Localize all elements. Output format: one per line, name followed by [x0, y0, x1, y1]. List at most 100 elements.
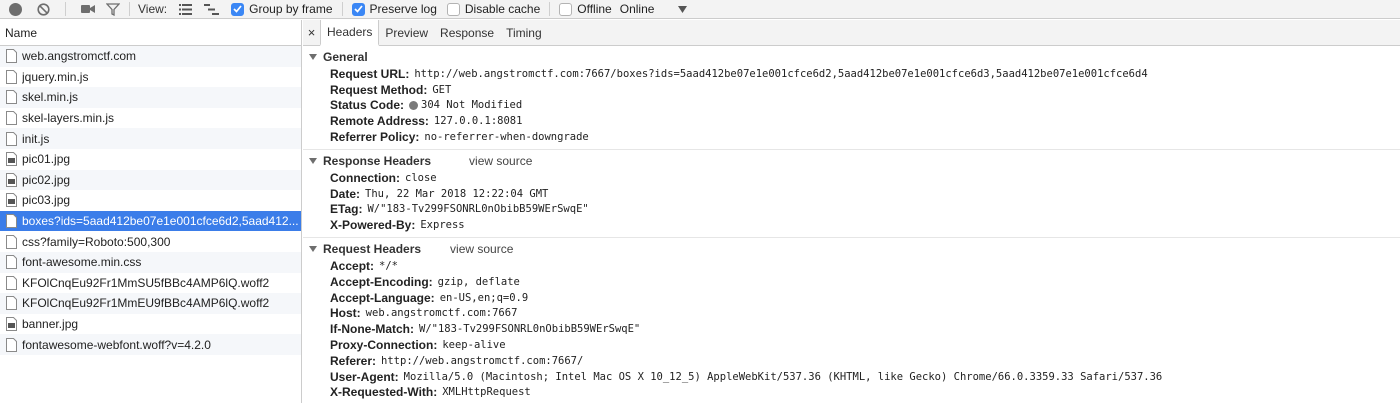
preserve-log-toggle[interactable]: Preserve log — [351, 2, 437, 16]
network-toolbar: View: Group by frame Preserve log Disabl… — [0, 0, 1400, 19]
general-section-header[interactable]: General — [303, 48, 1400, 66]
group-by-frame-checkbox[interactable] — [231, 2, 245, 16]
expand-triangle-icon — [309, 246, 317, 253]
expand-triangle-icon — [309, 157, 317, 164]
document-icon — [6, 255, 17, 270]
header-row: ETag: W/"183-Tv299FSONRL0nObibB59WErSwqE" — [303, 202, 1400, 218]
disable-cache-checkbox[interactable] — [446, 2, 460, 16]
referrer-policy-value: no-referrer-when-downgrade — [424, 131, 589, 144]
response-headers-list: Connection: close Date: Thu, 22 Mar 2018 12… — [303, 170, 1400, 233]
request-name: web.angstromctf.com — [22, 49, 137, 64]
header-row: X-Powered-By: Express — [303, 217, 1400, 233]
header-key: Accept: — [330, 259, 375, 274]
offline-toggle[interactable]: Offline — [559, 2, 612, 16]
header-row: Date: Thu, 22 Mar 2018 12:22:04 GMT — [303, 186, 1400, 202]
request-row[interactable]: jquery.min.js — [0, 67, 301, 88]
expand-triangle-icon — [309, 54, 317, 60]
status-code-value: 304 Not Modified — [421, 99, 523, 112]
request-view-source-link[interactable]: view source — [450, 242, 513, 256]
dropdown-arrow-icon[interactable] — [678, 0, 688, 19]
document-icon — [6, 296, 17, 311]
request-headers-header[interactable]: Request Headers view source — [303, 240, 1400, 258]
toolbar-divider — [65, 2, 66, 16]
name-column-label: Name — [5, 25, 38, 40]
header-key: Accept-Encoding: — [330, 274, 433, 289]
request-row[interactable]: pic01.jpg — [0, 149, 301, 170]
header-key: Accept-Language: — [330, 290, 435, 305]
request-detail-panel: × Headers Preview Response Timing Genera… — [303, 20, 1400, 403]
image-icon — [6, 172, 17, 187]
document-icon — [6, 275, 17, 290]
tab-timing[interactable]: Timing — [500, 20, 548, 45]
request-name: boxes?ids=5aad412be07e1e001cfce6d2,5aad4… — [22, 214, 299, 229]
request-name: KFOlCnqEu92Fr1MmEU9fBBc4AMP6lQ.woff2 — [22, 296, 270, 311]
offline-label: Offline — [577, 2, 612, 16]
document-icon — [6, 90, 17, 105]
request-name: skel-layers.min.js — [22, 111, 115, 126]
request-method-value: GET — [432, 83, 452, 96]
filter-icon[interactable] — [106, 0, 120, 19]
offline-checkbox[interactable] — [559, 2, 573, 16]
header-row: Accept-Encoding: gzip, deflate — [303, 274, 1400, 290]
request-method-row: Request Method: GET — [303, 82, 1400, 98]
throttle-value: Online — [619, 2, 655, 16]
request-row[interactable]: pic02.jpg — [0, 169, 301, 191]
header-value: gzip, deflate — [437, 275, 520, 288]
request-row[interactable]: web.angstromctf.com — [0, 46, 301, 67]
request-name: pic02.jpg — [22, 172, 71, 187]
remote-address-key: Remote Address: — [330, 114, 429, 129]
image-icon — [6, 193, 17, 208]
header-key: Date: — [330, 186, 361, 201]
request-row[interactable]: skel-layers.min.js — [0, 108, 301, 129]
request-row[interactable]: banner.jpg — [0, 314, 301, 335]
request-row[interactable]: css?family=Roboto:500,300 — [0, 231, 301, 252]
referrer-policy-key: Referrer Policy: — [330, 130, 420, 145]
header-value: keep-alive — [442, 339, 506, 352]
remote-address-value: 127.0.0.1:8081 — [433, 115, 523, 128]
request-name: fontawesome-webfont.woff?v=4.2.0 — [22, 337, 211, 352]
list-view-icon[interactable] — [179, 0, 193, 19]
header-row: X-Requested-With: XMLHttpRequest — [303, 385, 1400, 401]
group-by-frame-toggle[interactable]: Group by frame — [231, 2, 333, 16]
request-headers-title: Request Headers — [323, 242, 422, 257]
name-column-header[interactable]: Name — [0, 20, 301, 46]
toolbar-divider — [341, 2, 343, 16]
request-row[interactable]: font-awesome.min.css — [0, 251, 301, 273]
close-icon[interactable]: × — [303, 20, 320, 45]
clear-icon[interactable] — [37, 0, 50, 19]
request-row[interactable]: KFOlCnqEu92Fr1MmEU9fBBc4AMP6lQ.woff2 — [0, 293, 301, 314]
group-by-frame-label: Group by frame — [249, 2, 333, 16]
request-row[interactable]: boxes?ids=5aad412be07e1e001cfce6d2,5aad4… — [0, 210, 301, 232]
header-value: Express — [420, 219, 465, 232]
tab-response[interactable]: Response — [434, 20, 500, 45]
status-code-row: Status Code: 304 Not Modified — [303, 98, 1400, 114]
request-row[interactable]: KFOlCnqEu92Fr1MmSU5fBBc4AMP6lQ.woff2 — [0, 273, 301, 294]
response-view-source-link[interactable]: view source — [469, 154, 532, 168]
request-name: skel.min.js — [22, 90, 79, 105]
response-headers-section: Response Headers view source Connection:… — [303, 150, 1400, 239]
request-name: pic01.jpg — [22, 152, 71, 167]
document-icon — [6, 234, 17, 249]
request-name: KFOlCnqEu92Fr1MmSU5fBBc4AMP6lQ.woff2 — [22, 275, 270, 290]
response-headers-header[interactable]: Response Headers view source — [303, 152, 1400, 170]
request-row[interactable]: init.js — [0, 128, 301, 149]
request-row[interactable]: pic03.jpg — [0, 190, 301, 211]
referrer-policy-row: Referrer Policy: no-referrer-when-downgr… — [303, 129, 1400, 145]
document-icon — [6, 69, 17, 84]
header-row: Accept-Language: en-US,en;q=0.9 — [303, 290, 1400, 306]
header-value: W/"183-Tv299FSONRL0nObibB59WErSwqE" — [419, 323, 641, 336]
waterfall-view-icon[interactable] — [204, 0, 220, 19]
request-headers-section: Request Headers view source Accept: */* Ac… — [303, 238, 1400, 403]
request-row[interactable]: fontawesome-webfont.woff?v=4.2.0 — [0, 334, 301, 355]
status-code-key: Status Code: — [330, 98, 405, 113]
header-key: Host: — [330, 306, 361, 321]
throttle-select[interactable]: Online — [620, 2, 655, 16]
request-row[interactable]: skel.min.js — [0, 87, 301, 108]
preserve-log-checkbox[interactable] — [351, 2, 365, 16]
record-icon[interactable] — [9, 0, 22, 19]
tab-preview[interactable]: Preview — [379, 20, 434, 45]
tab-headers[interactable]: Headers — [320, 20, 380, 46]
disable-cache-toggle[interactable]: Disable cache — [446, 2, 540, 16]
camera-icon[interactable] — [81, 0, 95, 19]
header-value: */* — [379, 260, 398, 273]
